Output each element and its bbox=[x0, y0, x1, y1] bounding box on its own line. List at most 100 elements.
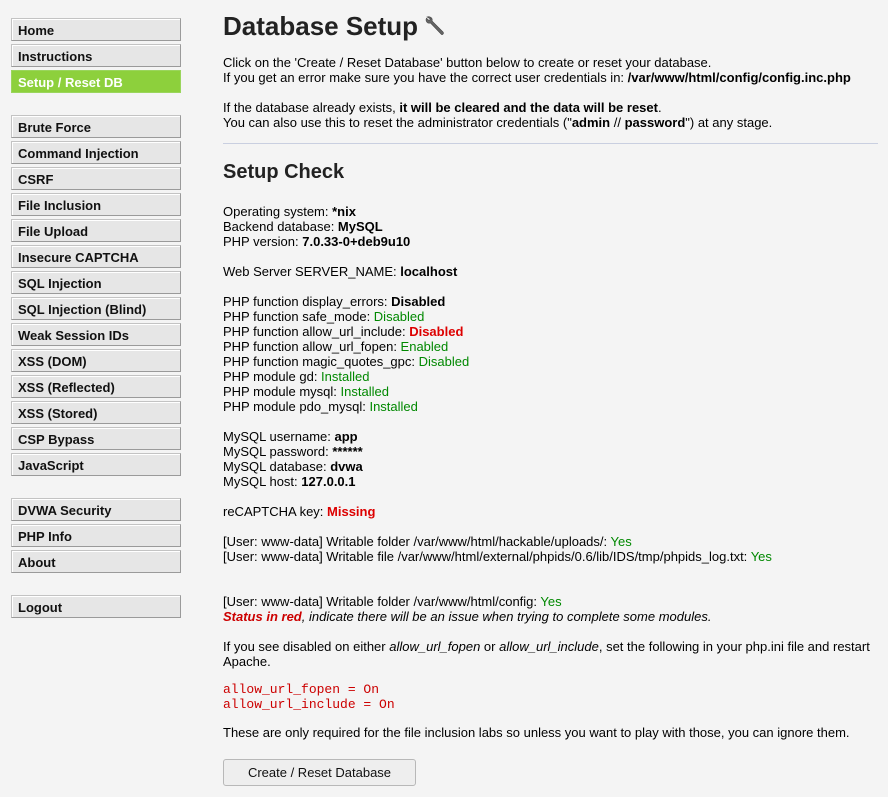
check-os: Operating system: *nix bbox=[223, 204, 878, 219]
menu-block-settings: DVWA Security PHP Info About bbox=[11, 498, 181, 573]
check-mysql-host-value: 127.0.0.1 bbox=[301, 474, 356, 489]
intro-line-1: Click on the 'Create / Reset Database' b… bbox=[223, 55, 712, 70]
menu-item-brute-force[interactable]: Brute Force bbox=[11, 115, 181, 138]
check-recaptcha-value: Missing bbox=[327, 504, 376, 519]
page-heading: Database Setup bbox=[223, 8, 878, 44]
menu-block-vulnerabilities: Brute Force Command Injection CSRF File … bbox=[11, 115, 181, 476]
check-module-mysql-label: PHP module mysql: bbox=[223, 384, 341, 399]
check-safe-mode-label: PHP function safe_mode: bbox=[223, 309, 374, 324]
check-db-label: Backend database: bbox=[223, 219, 338, 234]
menu-item-dvwa-security[interactable]: DVWA Security bbox=[11, 498, 181, 521]
check-writable-config: [User: www-data] Writable folder /var/ww… bbox=[223, 594, 878, 609]
wrench-icon bbox=[425, 16, 444, 35]
check-display-errors-label: PHP function display_errors: bbox=[223, 294, 392, 309]
check-module-pdo-mysql: PHP module pdo_mysql: Installed bbox=[223, 399, 878, 414]
config-path: /var/www/html/config/config.inc.php bbox=[627, 70, 851, 85]
check-mysql-database-label: MySQL database: bbox=[223, 459, 331, 474]
check-writable-uploads-label: [User: www-data] Writable folder /var/ww… bbox=[223, 534, 611, 549]
menu-item-csrf[interactable]: CSRF bbox=[11, 167, 181, 190]
intro-line-2-text: If you get an error make sure you have t… bbox=[223, 70, 628, 85]
menu-item-about[interactable]: About bbox=[11, 550, 181, 573]
file-inclusion-note: These are only required for the file inc… bbox=[223, 725, 850, 740]
reset-credentials-line: You can also use this to reset the admin… bbox=[223, 115, 878, 130]
status-legend-text: , indicate there will be an issue when t… bbox=[301, 609, 712, 624]
check-mysql-database: MySQL database: dvwa bbox=[223, 459, 878, 474]
code-line-fopen: allow_url_fopen = On bbox=[223, 682, 380, 697]
check-allow-url-fopen: PHP function allow_url_fopen: Enabled bbox=[223, 339, 878, 354]
menu-item-csp-bypass[interactable]: CSP Bypass bbox=[11, 427, 181, 450]
check-writable-phpids: [User: www-data] Writable file /var/www/… bbox=[223, 549, 878, 564]
menu-item-xss-reflected[interactable]: XSS (Reflected) bbox=[11, 375, 181, 398]
check-mysql-host: MySQL host: 127.0.0.1 bbox=[223, 474, 878, 489]
divider bbox=[223, 143, 878, 144]
setup-check-heading: Setup Check bbox=[223, 161, 345, 183]
check-allow-url-include: PHP function allow_url_include: Disabled bbox=[223, 324, 878, 339]
menu-item-logout[interactable]: Logout bbox=[11, 595, 181, 618]
menu-item-xss-dom[interactable]: XSS (DOM) bbox=[11, 349, 181, 372]
check-recaptcha: reCAPTCHA key: Missing bbox=[223, 504, 878, 519]
check-mysql-password-value: ****** bbox=[332, 444, 363, 459]
check-writable-uploads-value: Yes bbox=[610, 534, 632, 549]
check-writable-uploads: [User: www-data] Writable folder /var/ww… bbox=[223, 534, 878, 549]
check-module-gd-value: Installed bbox=[321, 369, 370, 384]
exists-suffix: . bbox=[657, 100, 662, 115]
menu-item-file-upload[interactable]: File Upload bbox=[11, 219, 181, 242]
reset-prefix: You can also use this to reset the admin… bbox=[223, 115, 572, 130]
check-magic-quotes-label: PHP function magic_quotes_gpc: bbox=[223, 354, 419, 369]
menu-item-instructions[interactable]: Instructions bbox=[11, 44, 181, 67]
check-allow-url-include-value: Disabled bbox=[409, 324, 464, 339]
create-reset-database-button[interactable]: Create / Reset Database bbox=[223, 759, 416, 786]
check-os-value: *nix bbox=[332, 204, 356, 219]
check-safe-mode: PHP function safe_mode: Disabled bbox=[223, 309, 878, 324]
status-legend-red: Status in red bbox=[223, 609, 302, 624]
menu-item-php-info[interactable]: PHP Info bbox=[11, 524, 181, 547]
check-writable-phpids-value: Yes bbox=[750, 549, 772, 564]
menu-item-command-injection[interactable]: Command Injection bbox=[11, 141, 181, 164]
check-writable-config-value: Yes bbox=[540, 594, 562, 609]
reset-suffix: ") at any stage. bbox=[685, 115, 773, 130]
menu-item-xss-stored[interactable]: XSS (Stored) bbox=[11, 401, 181, 424]
disabled-note: If you see disabled on either allow_url_… bbox=[223, 639, 878, 669]
check-mysql-username-label: MySQL username: bbox=[223, 429, 335, 444]
check-allow-url-include-label: PHP function allow_url_include: bbox=[223, 324, 410, 339]
check-module-mysql-value: Installed bbox=[340, 384, 389, 399]
menu-item-setup-reset-db[interactable]: Setup / Reset DB bbox=[11, 70, 181, 93]
check-mysql-host-label: MySQL host: bbox=[223, 474, 302, 489]
exists-prefix: If the database already exists, bbox=[223, 100, 400, 115]
check-module-pdo-mysql-value: Installed bbox=[369, 399, 418, 414]
check-db: Backend database: MySQL bbox=[223, 219, 878, 234]
menu-item-home[interactable]: Home bbox=[11, 18, 181, 41]
sidebar-menu: Home Instructions Setup / Reset DB Brute… bbox=[11, 18, 181, 640]
exists-line: If the database already exists, it will … bbox=[223, 100, 878, 115]
check-db-value: MySQL bbox=[337, 219, 383, 234]
menu-block-logout: Logout bbox=[11, 595, 181, 618]
disabled-note-include: allow_url_include bbox=[499, 639, 599, 654]
disabled-note-fopen: allow_url_fopen bbox=[389, 639, 481, 654]
check-php-version-label: PHP version: bbox=[223, 234, 303, 249]
menu-item-javascript[interactable]: JavaScript bbox=[11, 453, 181, 476]
php-ini-code: allow_url_fopen = On allow_url_include =… bbox=[223, 682, 878, 712]
disabled-note-or: or bbox=[480, 639, 500, 654]
check-mysql-password: MySQL password: ****** bbox=[223, 444, 878, 459]
menu-item-weak-session-ids[interactable]: Weak Session IDs bbox=[11, 323, 181, 346]
code-line-include: allow_url_include = On bbox=[223, 697, 395, 712]
check-magic-quotes-value: Disabled bbox=[418, 354, 470, 369]
check-php-version: PHP version: 7.0.33-0+deb9u10 bbox=[223, 234, 878, 249]
check-display-errors-value: Disabled bbox=[391, 294, 446, 309]
disabled-note-prefix: If you see disabled on either bbox=[223, 639, 390, 654]
check-writable-phpids-label: [User: www-data] Writable file /var/www/… bbox=[223, 549, 751, 564]
check-recaptcha-label: reCAPTCHA key: bbox=[223, 504, 328, 519]
check-allow-url-fopen-label: PHP function allow_url_fopen: bbox=[223, 339, 401, 354]
menu-item-insecure-captcha[interactable]: Insecure CAPTCHA bbox=[11, 245, 181, 268]
intro-line-2: If you get an error make sure you have t… bbox=[223, 70, 878, 85]
check-mysql-database-value: dvwa bbox=[330, 459, 363, 474]
check-server-name: Web Server SERVER_NAME: localhost bbox=[223, 264, 878, 279]
menu-item-sql-injection[interactable]: SQL Injection bbox=[11, 271, 181, 294]
check-module-gd: PHP module gd: Installed bbox=[223, 369, 878, 384]
main-content: Database Setup Click on the 'Create / Re… bbox=[223, 8, 878, 786]
menu-block-main: Home Instructions Setup / Reset DB bbox=[11, 18, 181, 93]
menu-item-file-inclusion[interactable]: File Inclusion bbox=[11, 193, 181, 216]
exists-warning: it will be cleared and the data will be … bbox=[399, 100, 658, 115]
menu-item-sql-injection-blind[interactable]: SQL Injection (Blind) bbox=[11, 297, 181, 320]
status-legend: Status in red, indicate there will be an… bbox=[223, 609, 878, 624]
